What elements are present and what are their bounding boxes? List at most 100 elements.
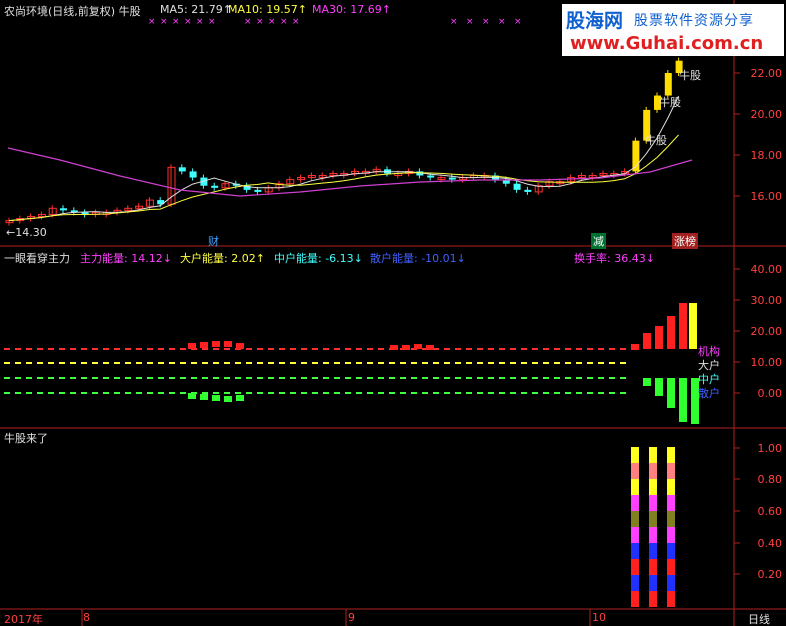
signal-column-segment [631, 591, 639, 607]
logo-brand: 股海网 [566, 10, 624, 32]
bottom-axis-04: 0.40 [757, 537, 783, 550]
ma30-label: MA30: 17.69↑ [312, 3, 391, 16]
bottom-axis-06: 0.60 [757, 505, 783, 518]
axis-label-20: 20.00 [750, 108, 783, 121]
signal-column-segment [649, 511, 657, 527]
signal-cross: × [268, 17, 276, 27]
ind-axis-40: 40.00 [750, 263, 783, 276]
bottom-panel-title: 牛股来了 [4, 432, 48, 445]
signal-column-segment [667, 591, 675, 607]
zhangbang-marker[interactable]: 涨榜 [672, 233, 698, 249]
stock-chart-window: × × × × × × × × × × × × × × × × 农尚环境(日线,前复权) 牛股 MA5: 21… [0, 0, 786, 626]
retail-bar [643, 378, 651, 386]
signal-column-segment [667, 559, 675, 575]
energy-block [212, 395, 220, 401]
ind-axis-10: 10.00 [750, 356, 783, 369]
main-force-bar [631, 344, 639, 350]
energy-block [426, 345, 434, 350]
ma10-label: MA10: 19.57↑ [228, 3, 307, 16]
signal-column-segment [631, 575, 639, 591]
timeline-year: 2017年 [4, 613, 43, 626]
energy-block [224, 396, 232, 402]
signal-cross: × [256, 17, 264, 27]
signal-cross: × [482, 17, 490, 27]
signal-cross: × [292, 17, 300, 27]
timeline-oct: 10 [592, 611, 606, 624]
legend-sanhu: 散户 [698, 387, 720, 400]
signal-column-segment [649, 559, 657, 575]
signal-cross: × [148, 17, 156, 27]
candle-body [664, 73, 672, 96]
retail-bar [667, 378, 675, 408]
energy-block [414, 344, 422, 349]
signal-cross: × [498, 17, 506, 27]
energy-block [236, 343, 244, 349]
signal-cross: × [172, 17, 180, 27]
signal-cross: × [466, 17, 474, 27]
signal-cross: × [514, 17, 522, 27]
ma5-label: MA5: 21.79↑ [160, 3, 232, 16]
ind-axis-0: 0.00 [757, 387, 783, 400]
big-holder-bar [689, 303, 697, 349]
main-force-bar [667, 316, 675, 349]
main-force-label: 主力能量: 14.12↓ [80, 252, 172, 265]
energy-block [236, 395, 244, 401]
ma30-line [7, 147, 693, 197]
energy-block [200, 394, 208, 400]
signal-column-segment [649, 527, 657, 543]
candle-body [254, 189, 262, 192]
energy-block [188, 393, 196, 399]
energy-block [402, 345, 410, 350]
signal-cross: × [280, 17, 288, 27]
indicator-title: 一眼看穿主力 [4, 252, 70, 265]
signal-cross: × [196, 17, 204, 27]
candle-body [189, 171, 197, 178]
period-daily[interactable]: 日线 [748, 611, 770, 626]
signal-column-segment [649, 463, 657, 479]
retail-label: 散户能量: -10.01↓ [370, 252, 466, 265]
mid-holder-label: 中户能量: -6.13↓ [274, 252, 363, 265]
ind-axis-20: 20.00 [750, 325, 783, 338]
signal-cross: × [160, 17, 168, 27]
bottom-axis-08: 0.80 [757, 473, 783, 486]
retail-bar [655, 378, 663, 396]
bottom-axis-1: 1.00 [757, 442, 783, 455]
main-force-bar [679, 303, 687, 349]
energy-block [390, 345, 398, 350]
candle-body [524, 189, 532, 192]
jian-marker[interactable]: 减 [591, 233, 606, 249]
main-force-bar [655, 326, 663, 349]
signal-column-segment [631, 543, 639, 559]
axis-label-16: 16.00 [750, 190, 783, 203]
cai-marker[interactable]: 财 [206, 233, 221, 249]
signal-cross: × [450, 17, 458, 27]
signal-cross: × [208, 17, 216, 27]
candle-body [513, 183, 521, 190]
energy-block [200, 342, 208, 348]
signal-column-segment [667, 527, 675, 543]
guhai-logo: 股海网 股票软件资源分享 www.Guhai.com.cn [562, 4, 784, 56]
signal-column-segment [667, 543, 675, 559]
candle-body [178, 167, 186, 172]
signal-column-segment [631, 527, 639, 543]
ma5-line [8, 95, 680, 222]
signal-column-segment [649, 575, 657, 591]
signal-column-segment [631, 479, 639, 495]
candle-body [448, 177, 456, 180]
bottom-axis-02: 0.20 [757, 568, 783, 581]
main-force-bar [643, 333, 651, 349]
signal-column-segment [649, 479, 657, 495]
niugu-annotation-1: 牛股 [679, 69, 701, 82]
signal-column-segment [631, 463, 639, 479]
signal-column-segment [649, 447, 657, 463]
signal-column-segment [667, 495, 675, 511]
stock-title: 农尚环境(日线,前复权) 牛股 [4, 5, 141, 18]
energy-block [224, 341, 232, 347]
niugu-annotation-2: 牛股 [659, 96, 681, 109]
signal-column-segment [667, 511, 675, 527]
big-holder-label: 大户能量: 2.02↑ [180, 252, 265, 265]
signal-column-segment [667, 463, 675, 479]
signal-column-segment [631, 495, 639, 511]
timeline-sep: 9 [348, 611, 355, 624]
signal-cross: × [244, 17, 252, 27]
